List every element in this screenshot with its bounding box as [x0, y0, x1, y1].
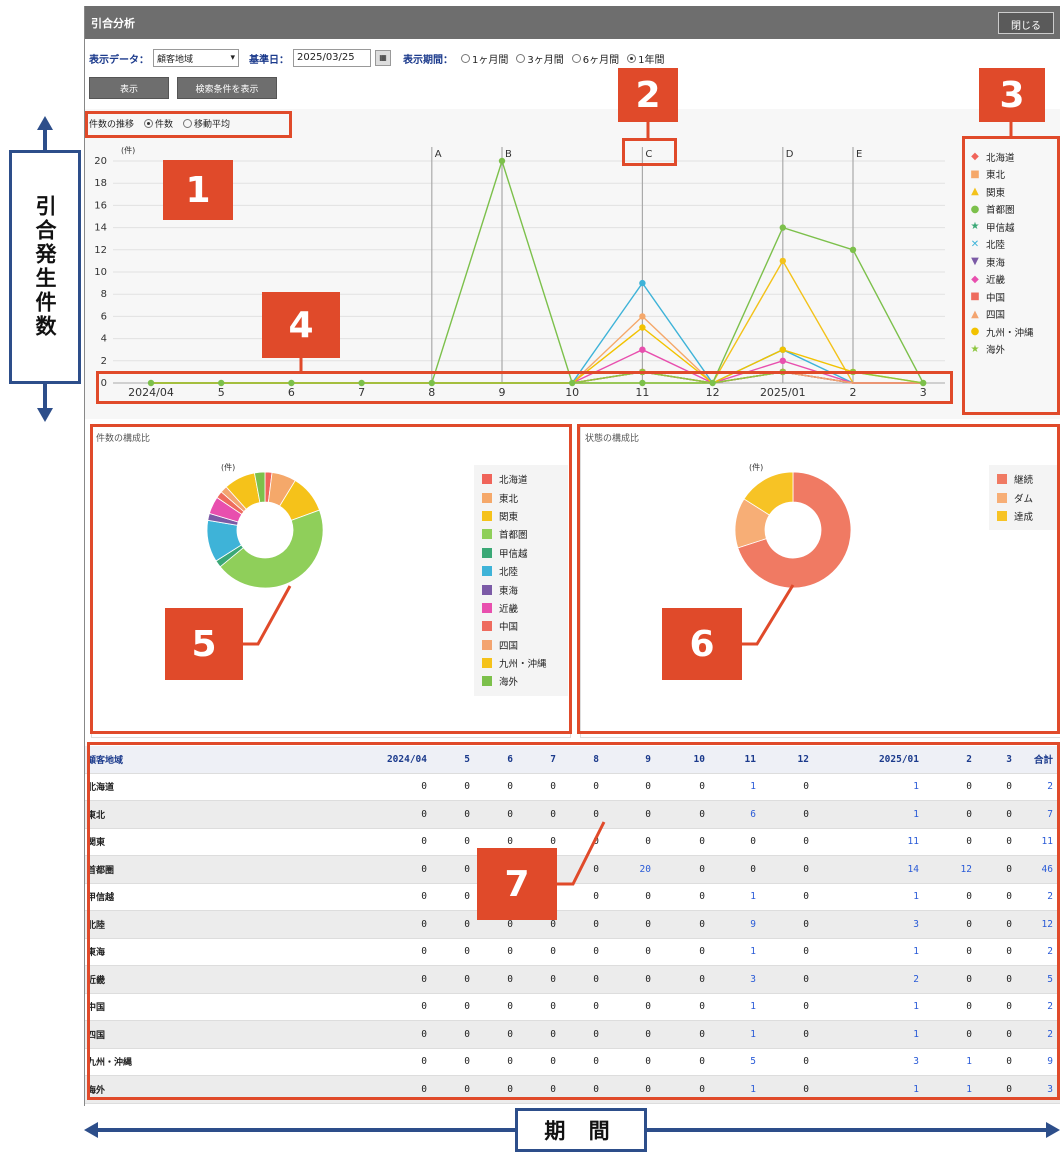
window-title: 引合分析 [91, 16, 135, 30]
data-point [639, 346, 646, 353]
annotation-badge-6: 6 [662, 608, 742, 680]
display-data-label: 表示データ： [89, 54, 149, 66]
y-tick-label: 16 [94, 200, 107, 211]
base-date-label: 基準日： [249, 54, 289, 66]
annotation-badge-2: 2 [618, 68, 678, 122]
period-option-label: 1年間 [638, 54, 665, 66]
period-radio-6m[interactable]: 6ヶ月間 [571, 51, 620, 66]
annotation-box-4 [96, 371, 953, 404]
y-tick-label: 8 [101, 289, 107, 300]
display-data-value: 顧客地域 [157, 54, 194, 65]
period-label: 表示期間： [403, 54, 453, 66]
annotation-box-7 [87, 742, 1060, 1100]
vertical-arrow-line-bottom [43, 384, 47, 410]
event-marker-label: D [786, 149, 794, 160]
arrow-left-icon [84, 1122, 98, 1138]
radio-checked-icon [627, 53, 637, 63]
base-date-input[interactable]: 2025/03/25 [293, 49, 371, 67]
y-tick-label: 4 [101, 334, 107, 345]
show-search-conditions-button[interactable]: 検索条件を表示 [177, 77, 277, 99]
horizontal-arrow-line-left [96, 1128, 515, 1132]
y-axis-caption: 引合発生件数 [9, 150, 81, 384]
y-unit-label: (件) [121, 145, 135, 155]
data-point [849, 246, 857, 253]
annotation-box-2 [622, 138, 677, 166]
vertical-arrow-line [43, 128, 47, 150]
data-point [498, 157, 506, 165]
annotation-box-6 [577, 424, 1060, 734]
period-radio-1y[interactable]: 1年間 [627, 51, 665, 66]
annotation-number: 6 [689, 623, 715, 665]
calendar-icon[interactable]: ▦ [375, 50, 391, 66]
radio-icon [571, 53, 581, 63]
filter-controls: 表示データ： 顧客地域 ▾ 基準日： 2025/03/25 ▦ 表示期間： 1ヶ… [85, 39, 1060, 109]
annotation-number: 5 [191, 623, 217, 665]
annotation-number: 2 [635, 74, 661, 116]
annotation-badge-1: 1 [163, 160, 233, 220]
y-tick-label: 18 [94, 178, 107, 189]
period-option-label: 3ヶ月間 [527, 54, 564, 66]
radio-icon [516, 53, 526, 63]
annotation-number: 7 [504, 863, 530, 905]
display-data-select[interactable]: 顧客地域 ▾ [153, 49, 239, 67]
data-point [639, 279, 646, 287]
period-option-label: 6ヶ月間 [582, 54, 620, 66]
annotation-badge-4: 4 [262, 292, 340, 358]
arrow-down-icon [37, 408, 53, 422]
annotation-badge-3: 3 [979, 68, 1045, 122]
annotation-badge-5: 5 [165, 608, 243, 680]
event-marker-label: B [505, 149, 512, 160]
data-point [639, 313, 646, 320]
period-radio-3m[interactable]: 3ヶ月間 [516, 51, 564, 66]
data-point [779, 357, 786, 364]
chevron-down-icon: ▾ [230, 53, 235, 63]
y-tick-label: 12 [94, 245, 107, 256]
annotation-number: 3 [999, 74, 1025, 116]
close-button[interactable]: 閉じる [998, 11, 1054, 34]
x-axis-caption: 期 間 [515, 1108, 647, 1152]
data-point [779, 224, 786, 231]
titlebar: 引合分析 閉じる [85, 6, 1060, 39]
data-point [779, 346, 786, 353]
horizontal-arrow-line-right [647, 1128, 1047, 1132]
annotation-number: 4 [288, 304, 314, 346]
period-radio-1m[interactable]: 1ヶ月間 [461, 51, 508, 66]
radio-icon [461, 53, 470, 63]
y-tick-label: 20 [94, 156, 107, 167]
data-point [639, 324, 646, 331]
annotation-box-1 [85, 111, 292, 138]
arrow-up-icon [37, 116, 53, 130]
data-point [779, 257, 786, 265]
y-tick-label: 2 [101, 356, 107, 367]
annotation-number: 1 [185, 169, 211, 211]
y-tick-label: 6 [101, 311, 107, 322]
annotation-box-5 [90, 424, 572, 734]
annotation-box-3 [962, 136, 1060, 415]
y-tick-label: 14 [94, 223, 107, 234]
event-marker-label: A [435, 149, 442, 160]
y-axis-caption-text: 引合発生件数 [33, 195, 57, 339]
period-option-label: 1ヶ月間 [472, 54, 509, 66]
event-marker-label: E [856, 149, 862, 160]
show-button[interactable]: 表示 [89, 77, 169, 99]
y-tick-label: 10 [94, 267, 107, 278]
annotation-badge-7: 7 [477, 848, 557, 920]
arrow-right-icon [1046, 1122, 1060, 1138]
